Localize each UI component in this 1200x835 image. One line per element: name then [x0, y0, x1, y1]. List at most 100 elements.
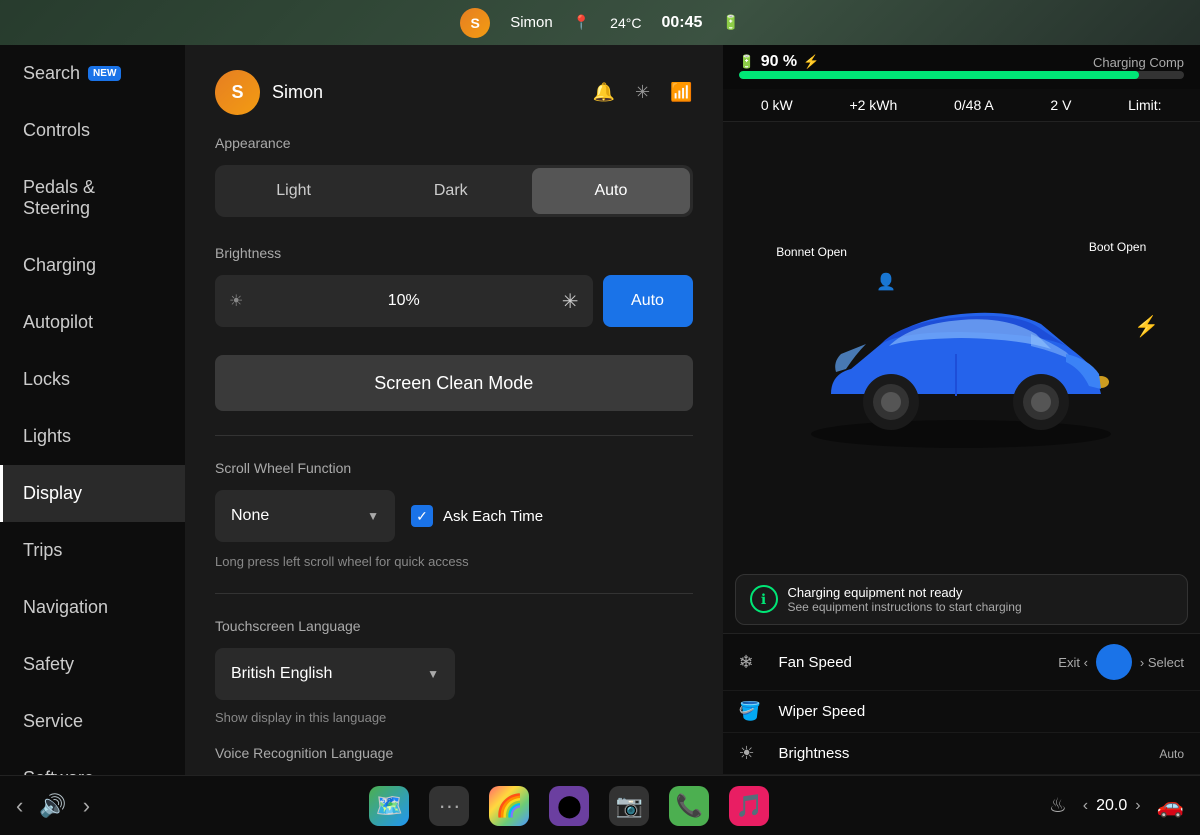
taskbar-temp-increase-btn[interactable]: ›: [1135, 797, 1140, 815]
sidebar-item-service[interactable]: Service: [0, 693, 185, 750]
boot-label: Boot Open: [1089, 239, 1146, 256]
taskbar-left: ‹ 🔊 ›: [16, 793, 90, 819]
appearance-section: Appearance Light Dark Auto: [215, 135, 693, 217]
appearance-auto-label: Auto: [594, 182, 627, 200]
taskbar-temp-decrease-btn[interactable]: ‹: [1083, 797, 1088, 815]
sidebar-item-pedals-label: Pedals & Steering: [23, 177, 95, 218]
brightness-low-icon: ☀: [229, 291, 243, 311]
maps-app-icon[interactable]: 🗺️: [369, 786, 409, 826]
taskbar-forward-btn[interactable]: ›: [83, 793, 90, 819]
battery-icon: 🔋: [739, 54, 755, 70]
music-app-icon[interactable]: 🎵: [729, 786, 769, 826]
sidebar-item-locks[interactable]: Locks: [0, 351, 185, 408]
sidebar: Search NEW Controls Pedals & Steering Ch…: [0, 45, 185, 775]
sidebar-item-software-label: Software: [23, 768, 94, 775]
top-battery-icon: 🔋: [722, 14, 739, 31]
stat-limit-value: Limit:: [1128, 97, 1161, 113]
taskbar-car-icon[interactable]: 🚗: [1157, 793, 1184, 819]
brightness-high-icon: ✳: [562, 289, 579, 314]
appearance-toggle: Light Dark Auto: [215, 165, 693, 217]
phone-app-icon[interactable]: 📞: [669, 786, 709, 826]
screen-clean-mode-button[interactable]: Screen Clean Mode: [215, 355, 693, 411]
stat-kwh: +2 kWh: [849, 97, 897, 113]
sidebar-item-pedals[interactable]: Pedals & Steering: [0, 159, 185, 237]
charging-header: 🔋 90 % ⚡ Charging Comp: [723, 45, 1200, 89]
scroll-wheel-hint: Long press left scroll wheel for quick a…: [215, 554, 693, 569]
language-selected: British English: [231, 665, 332, 683]
divider-2: [215, 593, 693, 594]
language-hint: Show display in this language: [215, 710, 693, 725]
sidebar-item-lights[interactable]: Lights: [0, 408, 185, 465]
wifi-icon[interactable]: 📶: [670, 82, 692, 103]
notification-text: Charging equipment not ready: [788, 585, 1022, 600]
top-location-icon: 📍: [573, 14, 590, 31]
sidebar-item-locks-label: Locks: [23, 369, 70, 389]
wiper-speed-label: Wiper Speed: [779, 703, 1185, 720]
sidebar-item-safety-label: Safety: [23, 654, 74, 674]
nav-select-dot[interactable]: [1096, 644, 1132, 680]
bonnet-label: Bonnet Open: [776, 244, 847, 261]
ask-each-time-label: Ask Each Time: [443, 508, 543, 525]
brightness-value: 10%: [388, 292, 420, 310]
sidebar-item-display[interactable]: Display: [0, 465, 185, 522]
top-time: 00:45: [661, 14, 702, 32]
select-label[interactable]: › Select: [1140, 655, 1184, 670]
purple-app-icon[interactable]: ⬤: [549, 786, 589, 826]
sidebar-item-charging[interactable]: Charging: [0, 237, 185, 294]
appearance-light-label: Light: [276, 182, 311, 200]
scroll-function-dropdown[interactable]: None ▼: [215, 490, 395, 542]
appearance-auto-btn[interactable]: Auto: [532, 168, 689, 214]
right-panel: 🔋 90 % ⚡ Charging Comp 0 kW +2 kWh 0/48 …: [723, 45, 1200, 775]
user-avatar: S: [215, 70, 260, 115]
sidebar-item-autopilot[interactable]: Autopilot: [0, 294, 185, 351]
camera-app-icon[interactable]: 📷: [609, 786, 649, 826]
appearance-light-btn[interactable]: Light: [215, 165, 372, 217]
top-bar: S Simon 📍 24°C 00:45 🔋: [0, 0, 1200, 45]
sidebar-item-software[interactable]: Software: [0, 750, 185, 775]
taskbar-right: ♨ ‹ 20.0 › 🚗: [1049, 793, 1184, 819]
top-avatar: S: [460, 8, 490, 38]
brightness-slider[interactable]: ☀ 10% ✳: [215, 275, 593, 327]
language-dropdown[interactable]: British English ▼: [215, 648, 455, 700]
sidebar-item-lights-label: Lights: [23, 426, 71, 446]
divider-1: [215, 435, 693, 436]
taskbar-back-btn[interactable]: ‹: [16, 793, 23, 819]
appearance-dark-btn[interactable]: Dark: [372, 165, 529, 217]
dots-app-icon[interactable]: ···: [429, 786, 469, 826]
ask-each-time-checkbox[interactable]: ✓: [411, 505, 433, 527]
brightness-label: Brightness: [215, 245, 693, 261]
sidebar-item-trips[interactable]: Trips: [0, 522, 185, 579]
dropdown-arrow-icon: ▼: [367, 509, 379, 523]
sidebar-item-charging-label: Charging: [23, 255, 96, 275]
rainbow-app-icon[interactable]: 🌈: [489, 786, 529, 826]
notification-icon[interactable]: 🔔: [593, 82, 615, 103]
main-content: Search NEW Controls Pedals & Steering Ch…: [0, 45, 1200, 775]
charging-progress-bar: [739, 71, 1185, 79]
center-panel: S Simon 🔔 ✳ 📶 Appearance Light Dark Auto: [185, 45, 723, 775]
exit-label[interactable]: Exit ‹: [1058, 655, 1088, 670]
taskbar: ‹ 🔊 › 🗺️ ··· 🌈 ⬤ 📷 📞 🎵 ♨ ‹ 20.0 › 🚗: [0, 775, 1200, 835]
brightness-auto-button[interactable]: Auto: [603, 275, 693, 327]
language-dropdown-arrow-icon: ▼: [427, 667, 439, 681]
sidebar-item-search[interactable]: Search NEW: [0, 45, 185, 102]
stat-kw: 0 kW: [761, 97, 793, 113]
sidebar-item-navigation[interactable]: Navigation: [0, 579, 185, 636]
taskbar-center: 🗺️ ··· 🌈 ⬤ 📷 📞 🎵: [369, 786, 769, 826]
scroll-dropdown-value: None: [231, 507, 269, 525]
taskbar-volume-icon[interactable]: 🔊: [39, 793, 66, 819]
scroll-wheel-label: Scroll Wheel Function: [215, 460, 693, 476]
stat-amps-value: 0/48 A: [954, 97, 994, 113]
scroll-wheel-section: Scroll Wheel Function None ▼ ✓ Ask Each …: [215, 460, 693, 569]
stat-kwh-value: +2 kWh: [849, 97, 897, 113]
wiper-icon: 🪣: [739, 701, 769, 722]
top-username: Simon: [510, 14, 553, 31]
sidebar-item-navigation-label: Navigation: [23, 597, 108, 617]
sidebar-item-safety[interactable]: Safety: [0, 636, 185, 693]
sidebar-item-trips-label: Trips: [23, 540, 62, 560]
appearance-dark-label: Dark: [434, 182, 468, 200]
ask-each-time-row[interactable]: ✓ Ask Each Time: [411, 505, 543, 527]
car-svg: [771, 234, 1151, 454]
wiper-speed-row: 🪣 Wiper Speed: [723, 691, 1200, 733]
bluetooth-icon[interactable]: ✳: [635, 82, 650, 103]
sidebar-item-controls[interactable]: Controls: [0, 102, 185, 159]
